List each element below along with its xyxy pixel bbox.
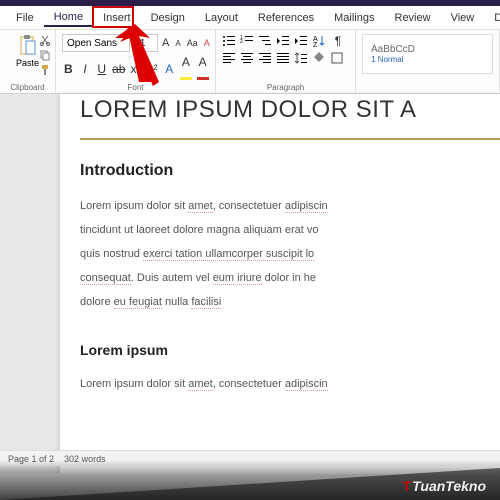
numbering-icon[interactable]: 12 xyxy=(240,34,254,48)
menu-home[interactable]: Home xyxy=(44,9,93,27)
font-group: A A Aa A B I U ab x₂ x² A A A Font xyxy=(56,30,216,93)
heading-lorem: Lorem ipsum xyxy=(80,342,500,358)
menu-insert[interactable]: Insert xyxy=(93,10,141,26)
change-case-icon[interactable]: Aa xyxy=(185,38,200,48)
align-right-icon[interactable] xyxy=(258,51,272,65)
bullets-icon[interactable] xyxy=(222,34,236,48)
clipboard-group: Paste Clipboard xyxy=(0,30,56,93)
menu-mailings[interactable]: Mailings xyxy=(324,10,384,26)
menu-bar: File Home Insert Design Layout Reference… xyxy=(0,6,500,30)
grow-font-icon[interactable]: A xyxy=(160,37,171,49)
text-effects-icon[interactable]: A xyxy=(163,62,176,76)
multilevel-icon[interactable] xyxy=(258,34,272,48)
superscript-button[interactable]: x² xyxy=(146,62,159,76)
line-spacing-icon[interactable] xyxy=(294,51,308,65)
sort-icon[interactable]: AZ xyxy=(312,34,326,48)
borders-icon[interactable] xyxy=(330,51,344,65)
style-preview: AaBbCcD xyxy=(371,44,484,55)
font-label: Font xyxy=(56,83,215,92)
decrease-indent-icon[interactable] xyxy=(276,34,290,48)
cut-icon[interactable] xyxy=(39,34,51,46)
body-paragraph-2: Lorem ipsum dolor sit amet, consectetuer… xyxy=(80,372,500,396)
align-left-icon[interactable] xyxy=(222,51,236,65)
font-size-select[interactable] xyxy=(132,34,158,52)
watermark: TTuanTekno xyxy=(0,460,500,500)
italic-button[interactable]: I xyxy=(79,62,92,76)
highlight-button[interactable]: A xyxy=(180,55,193,83)
svg-text:Z: Z xyxy=(313,42,318,48)
menu-view[interactable]: View xyxy=(441,10,485,26)
underline-button[interactable]: U xyxy=(95,62,108,76)
font-color-button[interactable]: A xyxy=(196,55,209,83)
document-area: LOREM IPSUM DOLOR SIT A Introduction Lor… xyxy=(0,94,500,474)
increase-indent-icon[interactable] xyxy=(294,34,308,48)
font-name-select[interactable] xyxy=(62,34,130,52)
subscript-button[interactable]: x₂ xyxy=(129,62,142,76)
paste-icon xyxy=(18,34,38,58)
heading-introduction: Introduction xyxy=(80,162,500,180)
document-page[interactable]: LOREM IPSUM DOLOR SIT A Introduction Lor… xyxy=(60,94,500,474)
shrink-font-icon[interactable]: A xyxy=(173,39,182,48)
align-center-icon[interactable] xyxy=(240,51,254,65)
body-paragraph-1: Lorem ipsum dolor sit amet, consectetuer… xyxy=(80,194,500,314)
style-name: 1 Normal xyxy=(371,55,484,64)
style-normal[interactable]: AaBbCcD 1 Normal xyxy=(362,34,493,74)
shading-icon[interactable] xyxy=(312,51,326,65)
clear-format-icon[interactable]: A xyxy=(202,38,212,48)
document-title: LOREM IPSUM DOLOR SIT A xyxy=(80,96,500,124)
menu-layout[interactable]: Layout xyxy=(195,10,248,26)
paragraph-label: Paragraph xyxy=(216,83,355,92)
page-gutter xyxy=(0,94,60,474)
bold-button[interactable]: B xyxy=(62,62,75,76)
strike-button[interactable]: ab xyxy=(112,62,125,76)
menu-file[interactable]: File xyxy=(6,10,44,26)
paragraph-group: 12 AZ ¶ Paragraph xyxy=(216,30,356,93)
show-marks-icon[interactable]: ¶ xyxy=(330,34,346,48)
paste-label: Paste xyxy=(16,58,39,68)
clipboard-label: Clipboard xyxy=(0,83,55,92)
menu-design[interactable]: Design xyxy=(141,10,195,26)
copy-icon[interactable] xyxy=(39,49,51,61)
styles-group: AaBbCcD 1 Normal xyxy=(356,30,500,93)
menu-developer[interactable]: Develo xyxy=(484,10,500,26)
svg-text:2: 2 xyxy=(240,39,243,45)
ribbon: Paste Clipboard A A Aa A B I U ab x₂ x² … xyxy=(0,30,500,94)
title-divider xyxy=(80,138,500,140)
format-painter-icon[interactable] xyxy=(39,64,51,76)
menu-review[interactable]: Review xyxy=(385,10,441,26)
justify-icon[interactable] xyxy=(276,51,290,65)
menu-references[interactable]: References xyxy=(248,10,324,26)
